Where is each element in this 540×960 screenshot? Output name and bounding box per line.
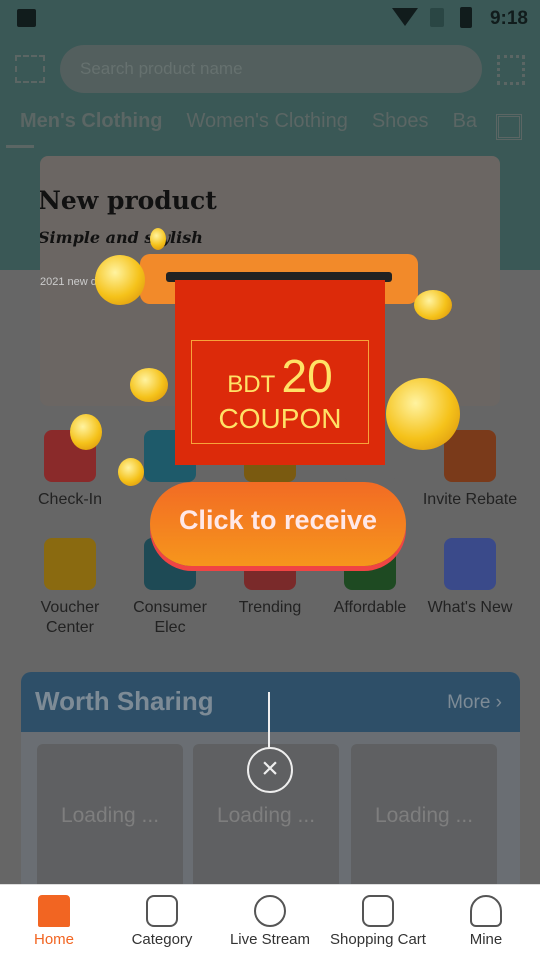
battery-icon — [460, 7, 472, 28]
feature-label: Consumer Elec — [133, 599, 207, 636]
coin-icon — [95, 255, 145, 305]
feature-what-s-new[interactable]: What's New — [420, 538, 520, 618]
gallery-icon — [17, 9, 36, 27]
share-card[interactable]: Loading ... — [351, 744, 497, 894]
nav-shopping-cart[interactable]: Shopping Cart — [324, 885, 432, 948]
bottom-nav: Home Category Live Stream Shopping Cart … — [0, 884, 540, 960]
feature-icon — [44, 538, 96, 590]
feature-label: Trending — [238, 599, 302, 616]
nav-label: Mine — [469, 931, 503, 948]
coin-icon — [130, 368, 168, 402]
scan-icon[interactable] — [15, 55, 45, 83]
qr-code-icon[interactable] — [497, 55, 525, 85]
search-input[interactable]: Search product name — [60, 45, 482, 93]
click-to-receive-button[interactable]: Click to receive — [150, 482, 406, 566]
home-icon — [38, 895, 70, 927]
tab-bags[interactable]: Ba — [453, 110, 477, 132]
all-categories-icon[interactable] — [496, 114, 522, 140]
category-tabs: Men's Clothing Women's Clothing Shoes Ba — [20, 110, 490, 133]
coupon-label: COUPON — [218, 403, 342, 434]
clock: 9:18 — [489, 8, 528, 29]
nav-label: Category — [131, 931, 193, 948]
nav-live-stream[interactable]: Live Stream — [216, 885, 324, 948]
feature-label: Affordable — [333, 599, 407, 616]
nav-label: Home — [33, 931, 74, 948]
coin-icon — [118, 458, 144, 486]
close-icon[interactable]: × — [247, 747, 293, 793]
cart-icon — [362, 895, 394, 927]
feature-check-in[interactable]: Check-In — [20, 430, 120, 510]
coupon-amount: 20 — [281, 350, 333, 402]
tab-womens-clothing[interactable]: Women's Clothing — [187, 110, 348, 132]
coin-icon — [150, 228, 166, 250]
banner-subtitle: Simple and stylish — [40, 228, 203, 247]
nav-mine[interactable]: Mine — [432, 885, 540, 948]
feature-voucher-center[interactable]: Voucher Center — [20, 538, 120, 638]
nav-home[interactable]: Home — [0, 885, 108, 948]
category-icon — [146, 895, 178, 927]
coin-icon — [386, 378, 460, 450]
feature-icon — [444, 430, 496, 482]
coin-icon — [414, 290, 452, 320]
more-link[interactable]: More › — [447, 692, 502, 714]
banner-title: New product — [40, 186, 217, 215]
active-tab-indicator — [6, 145, 34, 148]
close-connector — [268, 692, 270, 748]
share-card[interactable]: Loading ... — [37, 744, 183, 894]
feature-label: Invite Rebate — [422, 491, 518, 508]
no-sim-icon — [430, 8, 444, 27]
section-title: Worth Sharing — [35, 686, 214, 716]
feature-icon — [444, 538, 496, 590]
tab-mens-clothing[interactable]: Men's Clothing — [20, 110, 163, 132]
feature-label: What's New — [427, 599, 513, 616]
coin-icon — [70, 414, 102, 450]
play-icon — [254, 895, 286, 927]
wifi-icon — [392, 8, 418, 26]
coupon-card[interactable]: BDT 20 COUPON — [175, 280, 385, 465]
status-bar: 9:18 — [0, 0, 540, 38]
banner-small-text: 2021 new d — [40, 276, 97, 288]
nav-label: Shopping Cart — [330, 931, 426, 948]
coupon-currency: BDT — [227, 371, 275, 398]
tab-shoes[interactable]: Shoes — [372, 110, 429, 132]
nav-label: Live Stream — [229, 931, 311, 948]
feature-label: Check-In — [37, 491, 103, 508]
feature-label: Voucher Center — [40, 599, 100, 636]
user-icon — [470, 895, 502, 927]
search-placeholder: Search product name — [80, 59, 243, 78]
nav-category[interactable]: Category — [108, 885, 216, 948]
